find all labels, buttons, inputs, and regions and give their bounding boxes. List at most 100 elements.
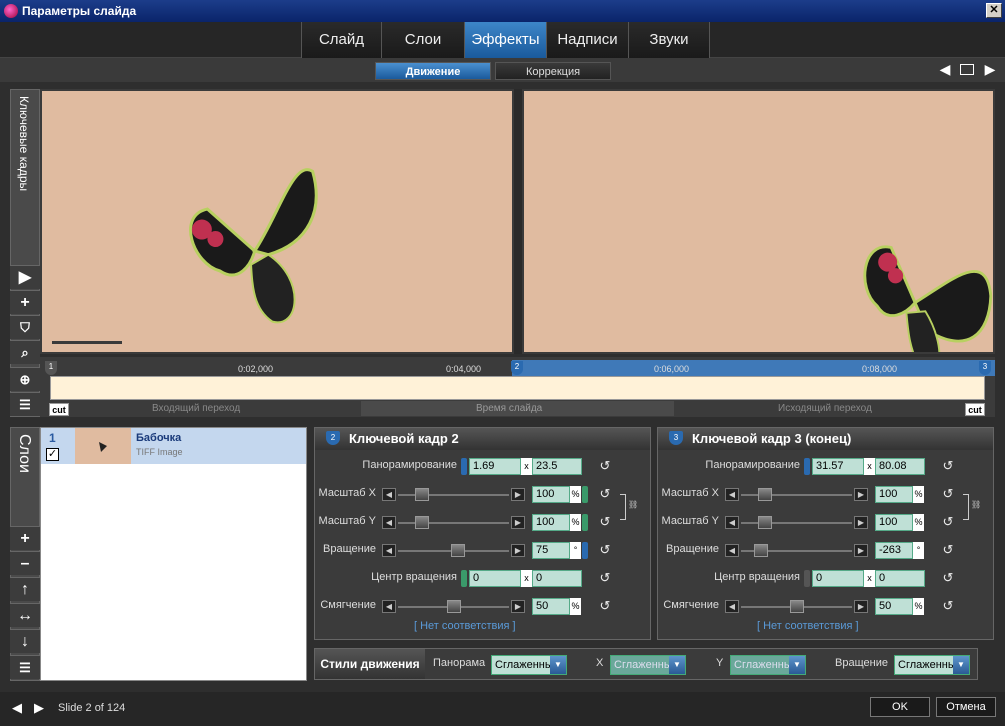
slider-thumb[interactable] xyxy=(790,600,804,613)
kf2-nomatch-link[interactable]: [ Нет соответствия ] xyxy=(414,620,516,632)
next-arrow-icon[interactable]: ▶ xyxy=(983,62,997,76)
reset-icon[interactable]: ↺ xyxy=(941,487,955,501)
move-down-icon[interactable]: ↓ xyxy=(10,629,40,653)
layer-visibility-checkbox[interactable]: ✓ xyxy=(46,448,59,461)
slider-thumb[interactable] xyxy=(447,600,461,613)
preview-keyframe-start[interactable] xyxy=(40,89,514,354)
kf2-scale_y-slider[interactable]: ◀ ▶ xyxy=(382,516,525,529)
x-style-select[interactable]: Сглаженнь ▼ xyxy=(610,655,686,675)
play-button[interactable]: ▶ xyxy=(10,265,40,289)
reset-icon[interactable]: ↺ xyxy=(941,515,955,529)
slider-thumb[interactable] xyxy=(415,516,429,529)
slider-thumb[interactable] xyxy=(754,544,768,557)
kf2-pan-y-field[interactable]: 23.5 xyxy=(532,458,582,475)
reset-icon[interactable]: ↺ xyxy=(941,599,955,613)
reset-icon[interactable]: ↺ xyxy=(941,571,955,585)
kf3-rotation-slider[interactable]: ◀ ▶ xyxy=(725,544,868,557)
slider-right-arrow-icon[interactable]: ▶ xyxy=(511,488,525,501)
kf2-center-y-field[interactable]: 0 xyxy=(532,570,582,587)
prev-slide-icon[interactable]: ◀ xyxy=(12,700,22,716)
reset-icon[interactable]: ↺ xyxy=(598,571,612,585)
kf2-center-x-field[interactable]: 0 xyxy=(469,570,521,587)
kf2-rotation-slider[interactable]: ◀ ▶ xyxy=(382,544,525,557)
link-icon[interactable]: ⛓ xyxy=(628,500,638,512)
slider-right-arrow-icon[interactable]: ▶ xyxy=(511,544,525,557)
timeline-marker-3[interactable]: 3 xyxy=(979,361,991,375)
subtab-motion[interactable]: Движение xyxy=(375,62,491,80)
slider-left-arrow-icon[interactable]: ◀ xyxy=(725,600,739,613)
rotation-style-select[interactable]: Сглаженнь ▼ xyxy=(894,655,970,675)
kf3-pan-y-field[interactable]: 80.08 xyxy=(875,458,925,475)
kf2-rotation-field[interactable]: 75 xyxy=(532,542,570,559)
settings-list-icon[interactable]: ☰ xyxy=(10,392,40,416)
y-style-select[interactable]: Сглаженнь ▼ xyxy=(730,655,806,675)
zoom-in-icon[interactable]: ⊕ xyxy=(10,367,40,391)
kf3-scale_y-field[interactable]: 100 xyxy=(875,514,913,531)
move-up-icon[interactable]: ↑ xyxy=(10,577,40,601)
kf3-center-x-field[interactable]: 0 xyxy=(812,570,864,587)
link-icon[interactable]: ⛓ xyxy=(971,500,981,512)
add-keyframe-button[interactable]: + xyxy=(10,290,40,314)
slider-left-arrow-icon[interactable]: ◀ xyxy=(725,544,739,557)
reset-icon[interactable]: ↺ xyxy=(598,599,612,613)
layer-settings-icon[interactable]: ☰ xyxy=(10,655,40,679)
kf3-nomatch-link[interactable]: [ Нет соответствия ] xyxy=(757,620,859,632)
kf3-smooth-field[interactable]: 50 xyxy=(875,598,913,615)
slider-right-arrow-icon[interactable]: ▶ xyxy=(854,600,868,613)
slider-right-arrow-icon[interactable]: ▶ xyxy=(854,544,868,557)
reset-icon[interactable]: ↺ xyxy=(598,515,612,529)
slider-left-arrow-icon[interactable]: ◀ xyxy=(725,488,739,501)
slider-right-arrow-icon[interactable]: ▶ xyxy=(511,516,525,529)
tab-slide[interactable]: Слайд xyxy=(301,22,381,58)
window-restore-icon[interactable] xyxy=(960,64,974,75)
slider-left-arrow-icon[interactable]: ◀ xyxy=(382,600,396,613)
zoom-fit-icon[interactable]: ⌕ xyxy=(10,340,40,364)
reset-icon[interactable]: ↺ xyxy=(598,487,612,501)
slider-thumb[interactable] xyxy=(415,488,429,501)
timeline-marker-1[interactable]: 1 xyxy=(45,361,57,375)
kf2-smooth-slider[interactable]: ◀ ▶ xyxy=(382,600,525,613)
preview-keyframe-end[interactable] xyxy=(522,89,995,354)
slider-thumb[interactable] xyxy=(758,516,772,529)
subtab-correction[interactable]: Коррекция xyxy=(495,62,611,80)
kf2-smooth-field[interactable]: 50 xyxy=(532,598,570,615)
slider-right-arrow-icon[interactable]: ▶ xyxy=(511,600,525,613)
kf3-scale_x-slider[interactable]: ◀ ▶ xyxy=(725,488,868,501)
kf3-scale_y-slider[interactable]: ◀ ▶ xyxy=(725,516,868,529)
pan-style-select[interactable]: Сглаженнь ▼ xyxy=(491,655,567,675)
next-slide-icon[interactable]: ▶ xyxy=(34,700,44,716)
kf2-pan-x-field[interactable]: 1.69 xyxy=(469,458,521,475)
add-layer-button[interactable]: + xyxy=(10,526,40,550)
timeline-track[interactable] xyxy=(50,376,985,400)
slider-left-arrow-icon[interactable]: ◀ xyxy=(382,488,396,501)
remove-layer-button[interactable]: – xyxy=(10,551,40,575)
list-item[interactable]: 1 ✓ Бабочка TIFF Image xyxy=(41,428,306,464)
kf3-rotation-field[interactable]: -263 xyxy=(875,542,913,559)
tab-layers[interactable]: Слои xyxy=(381,22,464,58)
reset-icon[interactable]: ↺ xyxy=(941,543,955,557)
keyframe-tools-icon[interactable]: ⛉ xyxy=(10,315,40,339)
reset-icon[interactable]: ↺ xyxy=(598,543,612,557)
slider-right-arrow-icon[interactable]: ▶ xyxy=(854,516,868,529)
kf3-smooth-slider[interactable]: ◀ ▶ xyxy=(725,600,868,613)
tab-captions[interactable]: Надписи xyxy=(546,22,628,58)
kf2-scale_x-slider[interactable]: ◀ ▶ xyxy=(382,488,525,501)
tab-effects[interactable]: Эффекты xyxy=(464,22,546,58)
move-horizontal-icon[interactable]: ↔ xyxy=(10,603,40,627)
slider-left-arrow-icon[interactable]: ◀ xyxy=(725,516,739,529)
kf3-pan-x-field[interactable]: 31.57 xyxy=(812,458,864,475)
kf2-scale_y-field[interactable]: 100 xyxy=(532,514,570,531)
timeline-marker-2[interactable]: 2 xyxy=(511,361,523,375)
reset-icon[interactable]: ↺ xyxy=(941,459,955,473)
slider-left-arrow-icon[interactable]: ◀ xyxy=(382,516,396,529)
slider-thumb[interactable] xyxy=(451,544,465,557)
slider-right-arrow-icon[interactable]: ▶ xyxy=(854,488,868,501)
slider-thumb[interactable] xyxy=(758,488,772,501)
ok-button[interactable]: OK xyxy=(870,697,930,717)
prev-arrow-icon[interactable]: ◀ xyxy=(938,62,952,76)
reset-icon[interactable]: ↺ xyxy=(598,459,612,473)
slider-left-arrow-icon[interactable]: ◀ xyxy=(382,544,396,557)
kf2-scale_x-field[interactable]: 100 xyxy=(532,486,570,503)
close-button[interactable]: ✕ xyxy=(986,3,1002,18)
kf3-scale_x-field[interactable]: 100 xyxy=(875,486,913,503)
